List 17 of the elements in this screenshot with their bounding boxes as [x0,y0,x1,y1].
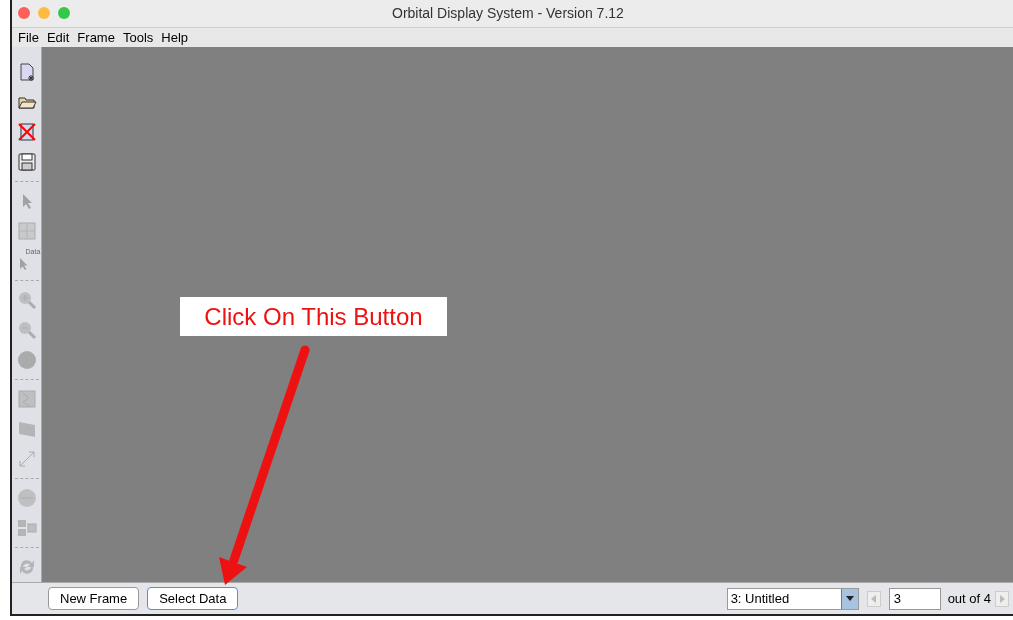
frame-count: out of 4 [947,589,991,608]
window-title: Orbital Display System - Version 7.12 [392,3,624,23]
menu-item[interactable]: File [18,27,39,48]
delete-document-icon[interactable] [16,122,37,143]
menu-item[interactable]: Tools [122,27,154,48]
close-button[interactable] [18,7,30,20]
zoom-button[interactable] [58,7,70,20]
menu-item[interactable]: Edit [46,27,70,48]
action-button[interactable]: New Frame [48,587,140,611]
minimize-button[interactable] [38,7,50,20]
menu-item[interactable]: Frame [77,27,115,48]
action-button[interactable]: Select Data [147,587,239,611]
menu-item[interactable]: Help [161,27,189,48]
annotation-callout: Click On This Button [180,297,447,336]
frame-number-field[interactable]: 3 [888,587,941,610]
dropdown-caret-icon [840,588,858,609]
frame-dropdown[interactable]: 3: Untitled [726,587,859,610]
